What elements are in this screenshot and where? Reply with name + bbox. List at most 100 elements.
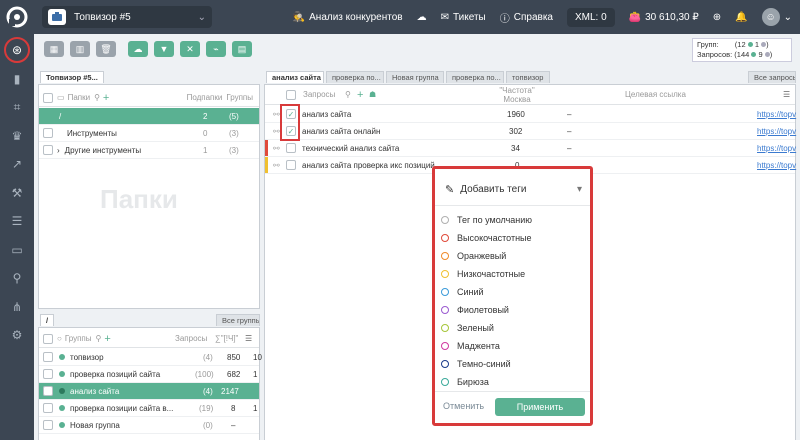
competitors-link[interactable]: 🕵 Анализ конкурентов [293,12,403,23]
select-all-checkbox[interactable] [43,333,53,344]
filter-button[interactable]: ▼ [154,41,174,57]
group-row[interactable]: Новая группа (0) – [39,417,259,434]
sidebar-item-audit[interactable]: ⚲ [0,264,34,293]
row-checkbox[interactable] [43,352,53,362]
shuffle-button[interactable]: ✕ [180,41,200,57]
tab-root[interactable]: / [40,314,55,326]
tab-all-groups[interactable]: Все группы [216,314,260,326]
query-link[interactable]: https://topv [757,110,796,119]
tag-color-radio[interactable] [441,288,449,296]
tag-color-radio[interactable] [441,216,449,224]
notifications-button[interactable]: 🔔 [735,12,747,23]
view-grid-button[interactable]: ▦ [44,41,64,57]
tab-query-group[interactable]: проверка по... [446,71,504,83]
row-checkbox[interactable] [286,160,296,170]
tag-option[interactable]: Маджента [441,337,532,355]
query-link[interactable]: https://topv [757,127,796,136]
xml-counter[interactable]: XML: 0 [566,7,615,27]
spy-icon[interactable]: ☗ [369,90,376,99]
add-tags-dropdown[interactable]: ✎ Добавить теги ▾ [445,181,582,197]
sidebar-item-sitemap[interactable]: ⋔ [0,293,34,322]
sidebar-item-inbox[interactable]: ▭ [0,236,34,265]
row-checkbox[interactable] [286,143,296,153]
menu-icon[interactable]: ☰ [783,90,790,99]
upload-button[interactable]: ☁ [128,41,148,57]
query-row[interactable]: ⚯ ✓ анализ сайта 1960 – https://topv [265,106,796,123]
group-row[interactable]: проверка позиций сайта (100) 682 1 [39,366,259,383]
select-all-checkbox[interactable] [43,92,53,103]
query-link[interactable]: https://topv [757,161,796,170]
tag-color-radio[interactable] [441,360,449,368]
row-checkbox[interactable] [43,145,53,155]
tab-query-group[interactable]: анализ сайта [266,71,324,83]
sidebar-item-snapshots[interactable]: ⌗ [0,93,34,122]
row-checkbox[interactable] [43,420,53,430]
cloud-upload-button[interactable]: ☁ [417,12,427,23]
sidebar-item-settings[interactable]: ⚙ [0,321,34,350]
add-group-icon[interactable]: + [104,333,110,345]
search-icon[interactable]: ⚲ [96,334,102,343]
sidebar-item-dynamics[interactable]: ↗ [0,150,34,179]
row-checkbox[interactable] [43,386,53,396]
delete-button[interactable]: 🗑 [96,41,116,57]
tab-query-group[interactable]: Новая группа [386,71,444,83]
menu-icon[interactable]: ☰ [245,334,252,343]
tab-query-group[interactable]: топвизор [506,71,550,83]
folder-row[interactable]: Инструменты 0 (3) [39,125,259,142]
tag-option[interactable]: Низкочастотные [441,265,532,283]
chart-button[interactable]: ⌁ [206,41,226,57]
tickets-link[interactable]: ✉ Тикеты [441,12,486,23]
tag-option[interactable]: Зеленый [441,319,532,337]
add-query-icon[interactable]: + [357,89,363,101]
tag-color-radio[interactable] [441,324,449,332]
row-checkbox[interactable] [43,128,53,138]
user-menu[interactable]: ☺ ⌄ [761,8,792,26]
help-link[interactable]: ⓘ Справка [500,10,553,25]
export-button[interactable]: ▤ [232,41,252,57]
sidebar-item-competitors[interactable]: ♛ [0,122,34,151]
tab-all-queries[interactable]: Все запросы [748,71,796,83]
row-checkbox[interactable] [43,369,53,379]
sidebar-item-clustering[interactable]: ☰ [0,207,34,236]
folder-row-root[interactable]: / 2 (5) [39,108,259,125]
tab-query-group[interactable]: проверка по... [326,71,384,83]
search-icon[interactable]: ⚲ [94,93,100,102]
app-logo[interactable] [0,0,34,34]
group-row-selected[interactable]: анализ сайта (4) 2147 [39,383,259,400]
tag-option[interactable]: Бирюза [441,373,532,391]
group-row[interactable]: топвизор (4) 850 10 [39,349,262,366]
group-row[interactable]: проверка позиции сайта в... (19) 8 1 [39,400,259,417]
tag-color-radio[interactable] [441,234,449,242]
balance[interactable]: 👛 30 610,30 ₽ [629,12,699,23]
search-icon[interactable]: ⚲ [345,90,351,99]
folder-row[interactable]: › Другие инструменты 1 (3) [39,142,259,159]
tag-color-radio[interactable] [441,342,449,350]
add-folder-icon[interactable]: + [103,92,109,104]
view-columns-button[interactable]: ▥ [70,41,90,57]
tag-color-radio[interactable] [441,378,449,386]
cancel-button[interactable]: Отменить [443,401,484,411]
tag-option[interactable]: Оранжевый [441,247,532,265]
add-funds-button[interactable]: ⊕ [713,12,721,23]
sidebar-item-positions[interactable]: ▮ [0,65,34,94]
tag-option[interactable]: Фиолетовый [441,301,532,319]
tag-option[interactable]: Синий [441,283,532,301]
project-selector[interactable]: Топвизор #5 ⌄ [42,6,212,28]
query-row[interactable]: ⚯ технический анализ сайта 34 – https://… [265,140,796,157]
folder-name: Другие инструменты [64,145,142,155]
tag-option[interactable]: Темно-синий [441,355,532,373]
chevron-right-icon[interactable]: › [57,146,60,155]
select-all-checkbox[interactable] [286,89,296,100]
sidebar-item-tools[interactable]: ⚒ [0,179,34,208]
tab-project[interactable]: Топвизор #5... [40,71,104,83]
row-checkbox[interactable] [43,403,53,413]
tag-color-radio[interactable] [441,270,449,278]
apply-button[interactable]: Применить [495,398,585,416]
tag-option[interactable]: Тег по умолчанию [441,211,532,229]
sidebar-item-projects[interactable]: ⊛ [0,36,34,65]
tag-option[interactable]: Высокочастотные [441,229,532,247]
tag-color-radio[interactable] [441,306,449,314]
query-link[interactable]: https://topv [757,144,796,153]
query-row[interactable]: ⚯ ✓ анализ сайта онлайн 302 – https://to… [265,123,796,140]
tag-color-radio[interactable] [441,252,449,260]
